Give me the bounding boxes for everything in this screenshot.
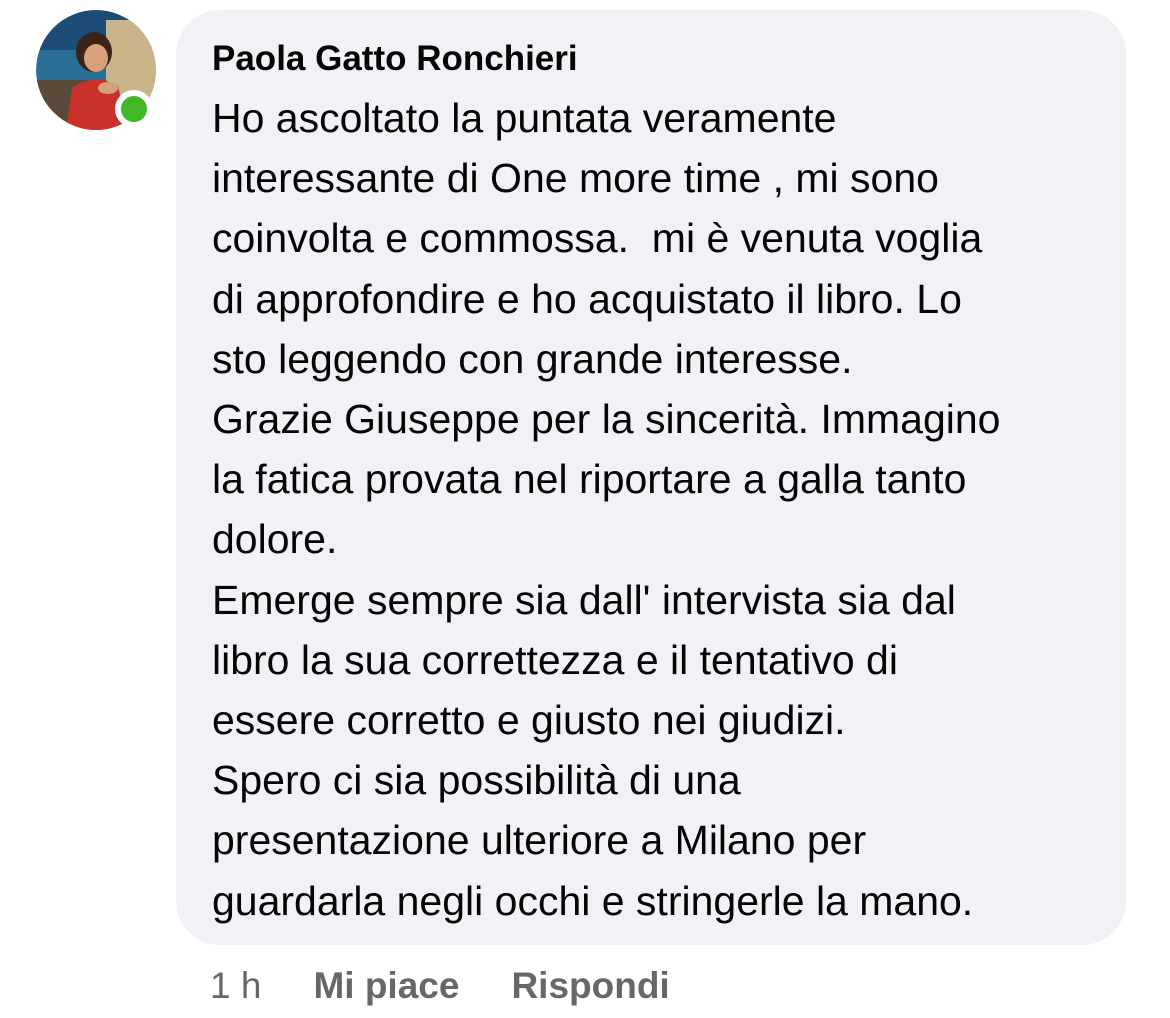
- comment-actions: 1 h Mi piace Rispondi: [210, 962, 722, 1010]
- online-status-dot: [115, 90, 153, 128]
- author-avatar-container[interactable]: [36, 10, 156, 130]
- comment-bubble: Paola Gatto Ronchieri Ho ascoltato la pu…: [176, 10, 1126, 945]
- comment-text-line: interessante di One more time , mi sono: [212, 155, 939, 202]
- comment-text-line: essere corretto e giusto nei giudizi.: [212, 697, 846, 744]
- like-button[interactable]: Mi piace: [313, 965, 459, 1007]
- comment-timestamp[interactable]: 1 h: [210, 965, 261, 1007]
- comment-text-line: Emerge sempre sia dall' intervista sia d…: [212, 576, 956, 623]
- reply-button[interactable]: Rispondi: [511, 965, 669, 1007]
- comment-author-name[interactable]: Paola Gatto Ronchieri: [212, 36, 1096, 82]
- comment-body: Ho ascoltato la puntata veramente intere…: [212, 88, 1096, 931]
- comment-text-line: dolore.: [212, 516, 338, 563]
- comment-text-line: Grazie Giuseppe per la sincerità. Immagi…: [212, 396, 1001, 443]
- comment-text-line: guardarla negli occhi e stringerle la ma…: [212, 877, 974, 924]
- comment-text-line: libro la sua correttezza e il tentativo …: [212, 636, 898, 683]
- comment-text-line: sto leggendo con grande interesse.: [212, 335, 853, 382]
- comment-text-line: Ho ascoltato la puntata veramente: [212, 95, 837, 141]
- comment-text-line: di approfondire e ho acquistato il libro…: [212, 275, 962, 322]
- comment-text-line: la fatica provata nel riportare a galla …: [212, 456, 967, 503]
- comment-text-line: presentazione ulteriore a Milano per: [212, 817, 867, 864]
- comment-text-line: coinvolta e commossa. mi è venuta voglia: [212, 215, 983, 262]
- comment-text-line: Spero ci sia possibilità di una: [212, 757, 741, 804]
